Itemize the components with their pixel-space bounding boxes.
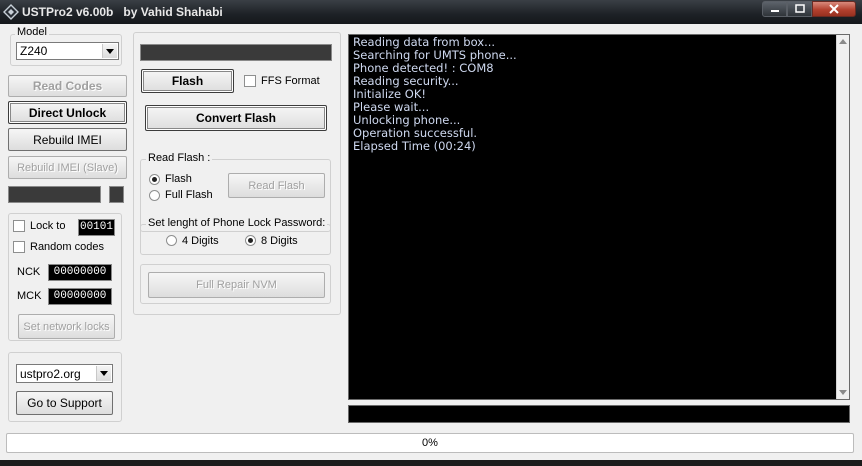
nck-field[interactable]: 00000000	[48, 264, 112, 281]
mck-field[interactable]: 00000000	[48, 288, 112, 305]
model-label: Model	[15, 26, 49, 38]
set-network-locks-button[interactable]: Set network locks	[18, 314, 115, 339]
lock-to-label: Lock to	[30, 220, 66, 232]
radio-full-flash-label: Full Flash	[165, 189, 213, 201]
scroll-down-icon	[839, 390, 847, 395]
lock-to-field[interactable]: 00101	[78, 219, 115, 236]
lock-to-checkbox[interactable]	[13, 220, 25, 232]
read-flash-button[interactable]: Read Flash	[228, 173, 325, 198]
read-flash-legend: Read Flash :	[146, 152, 213, 164]
flash-progress-bar	[140, 44, 332, 61]
full-repair-nvm-button[interactable]: Full Repair NVM	[148, 272, 325, 298]
radio-flash[interactable]	[149, 174, 160, 185]
close-icon	[829, 4, 839, 14]
support-site-select[interactable]: ustpro2.org	[16, 364, 113, 383]
random-codes-label: Random codes	[30, 241, 104, 253]
maximize-button[interactable]	[787, 1, 812, 17]
progress-bar: 0%	[6, 433, 854, 453]
rebuild-imei-slave-button[interactable]: Rebuild IMEI (Slave)	[8, 156, 127, 179]
dropdown-arrow[interactable]	[102, 44, 117, 58]
ffs-format-checkbox[interactable]	[244, 75, 256, 87]
window-title: USTPro2 v6.00b by Vahid Shahabi	[22, 5, 223, 19]
maximize-icon	[794, 4, 805, 13]
bottom-edge	[0, 460, 862, 466]
radio-4-digits-label: 4 Digits	[182, 235, 219, 247]
log-console[interactable]: Reading data from box... Searching for U…	[348, 34, 850, 400]
left-status-indicator	[109, 186, 124, 203]
support-site-value: ustpro2.org	[20, 366, 81, 381]
radio-flash-label: Flash	[165, 173, 192, 185]
app-icon	[3, 4, 19, 20]
title-bar[interactable]: USTPro2 v6.00b by Vahid Shahabi	[0, 0, 862, 24]
log-line: Elapsed Time (00:24)	[353, 139, 476, 153]
radio-8-digits-label: 8 Digits	[261, 235, 298, 247]
close-button[interactable]	[812, 1, 856, 17]
lock-password-legend: Set lenght of Phone Lock Password:	[146, 217, 328, 229]
client-area: Model Z240 Read Codes Direct Unlock Rebu…	[0, 24, 862, 460]
console-scrollbar[interactable]	[836, 35, 849, 399]
model-select[interactable]: Z240	[16, 42, 119, 60]
radio-full-flash[interactable]	[149, 190, 160, 201]
log-lines: Reading data from box... Searching for U…	[353, 36, 517, 153]
radio-8-digits[interactable]	[245, 235, 256, 246]
chevron-down-icon	[106, 49, 114, 54]
nck-label: NCK	[17, 266, 41, 278]
ffs-format-label: FFS Format	[261, 75, 320, 87]
convert-flash-button[interactable]: Convert Flash	[145, 105, 327, 131]
model-value: Z240	[20, 44, 48, 58]
direct-unlock-button[interactable]: Direct Unlock	[8, 101, 127, 124]
status-field	[348, 405, 850, 423]
progress-label: 0%	[422, 437, 438, 449]
random-codes-checkbox[interactable]	[13, 241, 25, 253]
radio-4-digits[interactable]	[166, 235, 177, 246]
read-codes-button[interactable]: Read Codes	[8, 75, 127, 97]
minimize-button[interactable]	[762, 1, 787, 17]
go-to-support-button[interactable]: Go to Support	[16, 391, 113, 415]
left-status-bar	[8, 186, 101, 203]
minimize-icon	[770, 10, 779, 12]
mck-label: MCK	[17, 290, 42, 302]
chevron-down-icon	[100, 371, 108, 376]
flash-button[interactable]: Flash	[141, 69, 234, 93]
dropdown-arrow[interactable]	[96, 366, 111, 381]
scroll-up-icon	[839, 39, 847, 44]
rebuild-imei-button[interactable]: Rebuild IMEI	[8, 128, 127, 151]
